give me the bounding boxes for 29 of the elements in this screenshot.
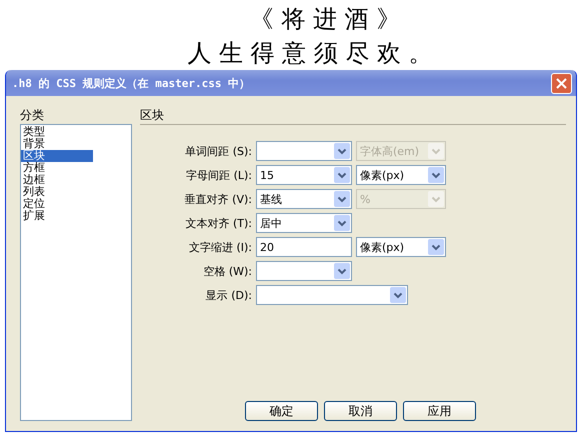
category-item[interactable]: 定位 — [21, 198, 93, 210]
category-item[interactable]: 背景 — [21, 138, 93, 150]
category-item[interactable]: 区块 — [21, 150, 93, 162]
dropdown-field[interactable]: 像素(px) — [356, 237, 446, 257]
dropdown-field[interactable]: 像素(px) — [356, 165, 446, 185]
field-label: 垂直对齐 (V): — [184, 192, 252, 206]
category-heading: 分类 — [20, 108, 45, 123]
category-item[interactable]: 边框 — [21, 174, 93, 186]
dialog-button[interactable]: 取消 — [324, 401, 397, 421]
input-field[interactable]: 20 — [256, 237, 352, 257]
dropdown-field[interactable]: 15 — [256, 165, 352, 185]
panel-heading: 区块 — [140, 108, 165, 123]
dropdown-field[interactable]: 基线 — [256, 189, 352, 209]
category-item[interactable]: 扩展 — [21, 210, 93, 222]
poem-line: 人 生 得 意 须 尽 欢 。 — [186, 38, 433, 68]
field-label: 文字缩进 (I): — [188, 240, 252, 254]
poem-title: 《 将 进 酒 》 — [248, 4, 400, 34]
dialog-button[interactable]: 确定 — [245, 401, 318, 421]
field-label: 单词间距 (S): — [184, 144, 252, 158]
category-item[interactable]: 列表 — [21, 186, 93, 198]
category-item[interactable]: 方框 — [21, 162, 93, 174]
dialog-button[interactable]: 应用 — [403, 401, 476, 421]
category-item[interactable]: 类型 — [21, 126, 93, 138]
field-label: 空格 (W): — [202, 264, 252, 278]
field-label: 字母间距 (L): — [185, 168, 252, 182]
field-label: 显示 (D): — [204, 288, 252, 302]
window-title: .h8 的 CSS 规则定义（在 master.css 中） — [12, 76, 250, 90]
field-label: 文本对齐 (T): — [184, 216, 252, 230]
dropdown-field[interactable]: 居中 — [256, 213, 352, 233]
